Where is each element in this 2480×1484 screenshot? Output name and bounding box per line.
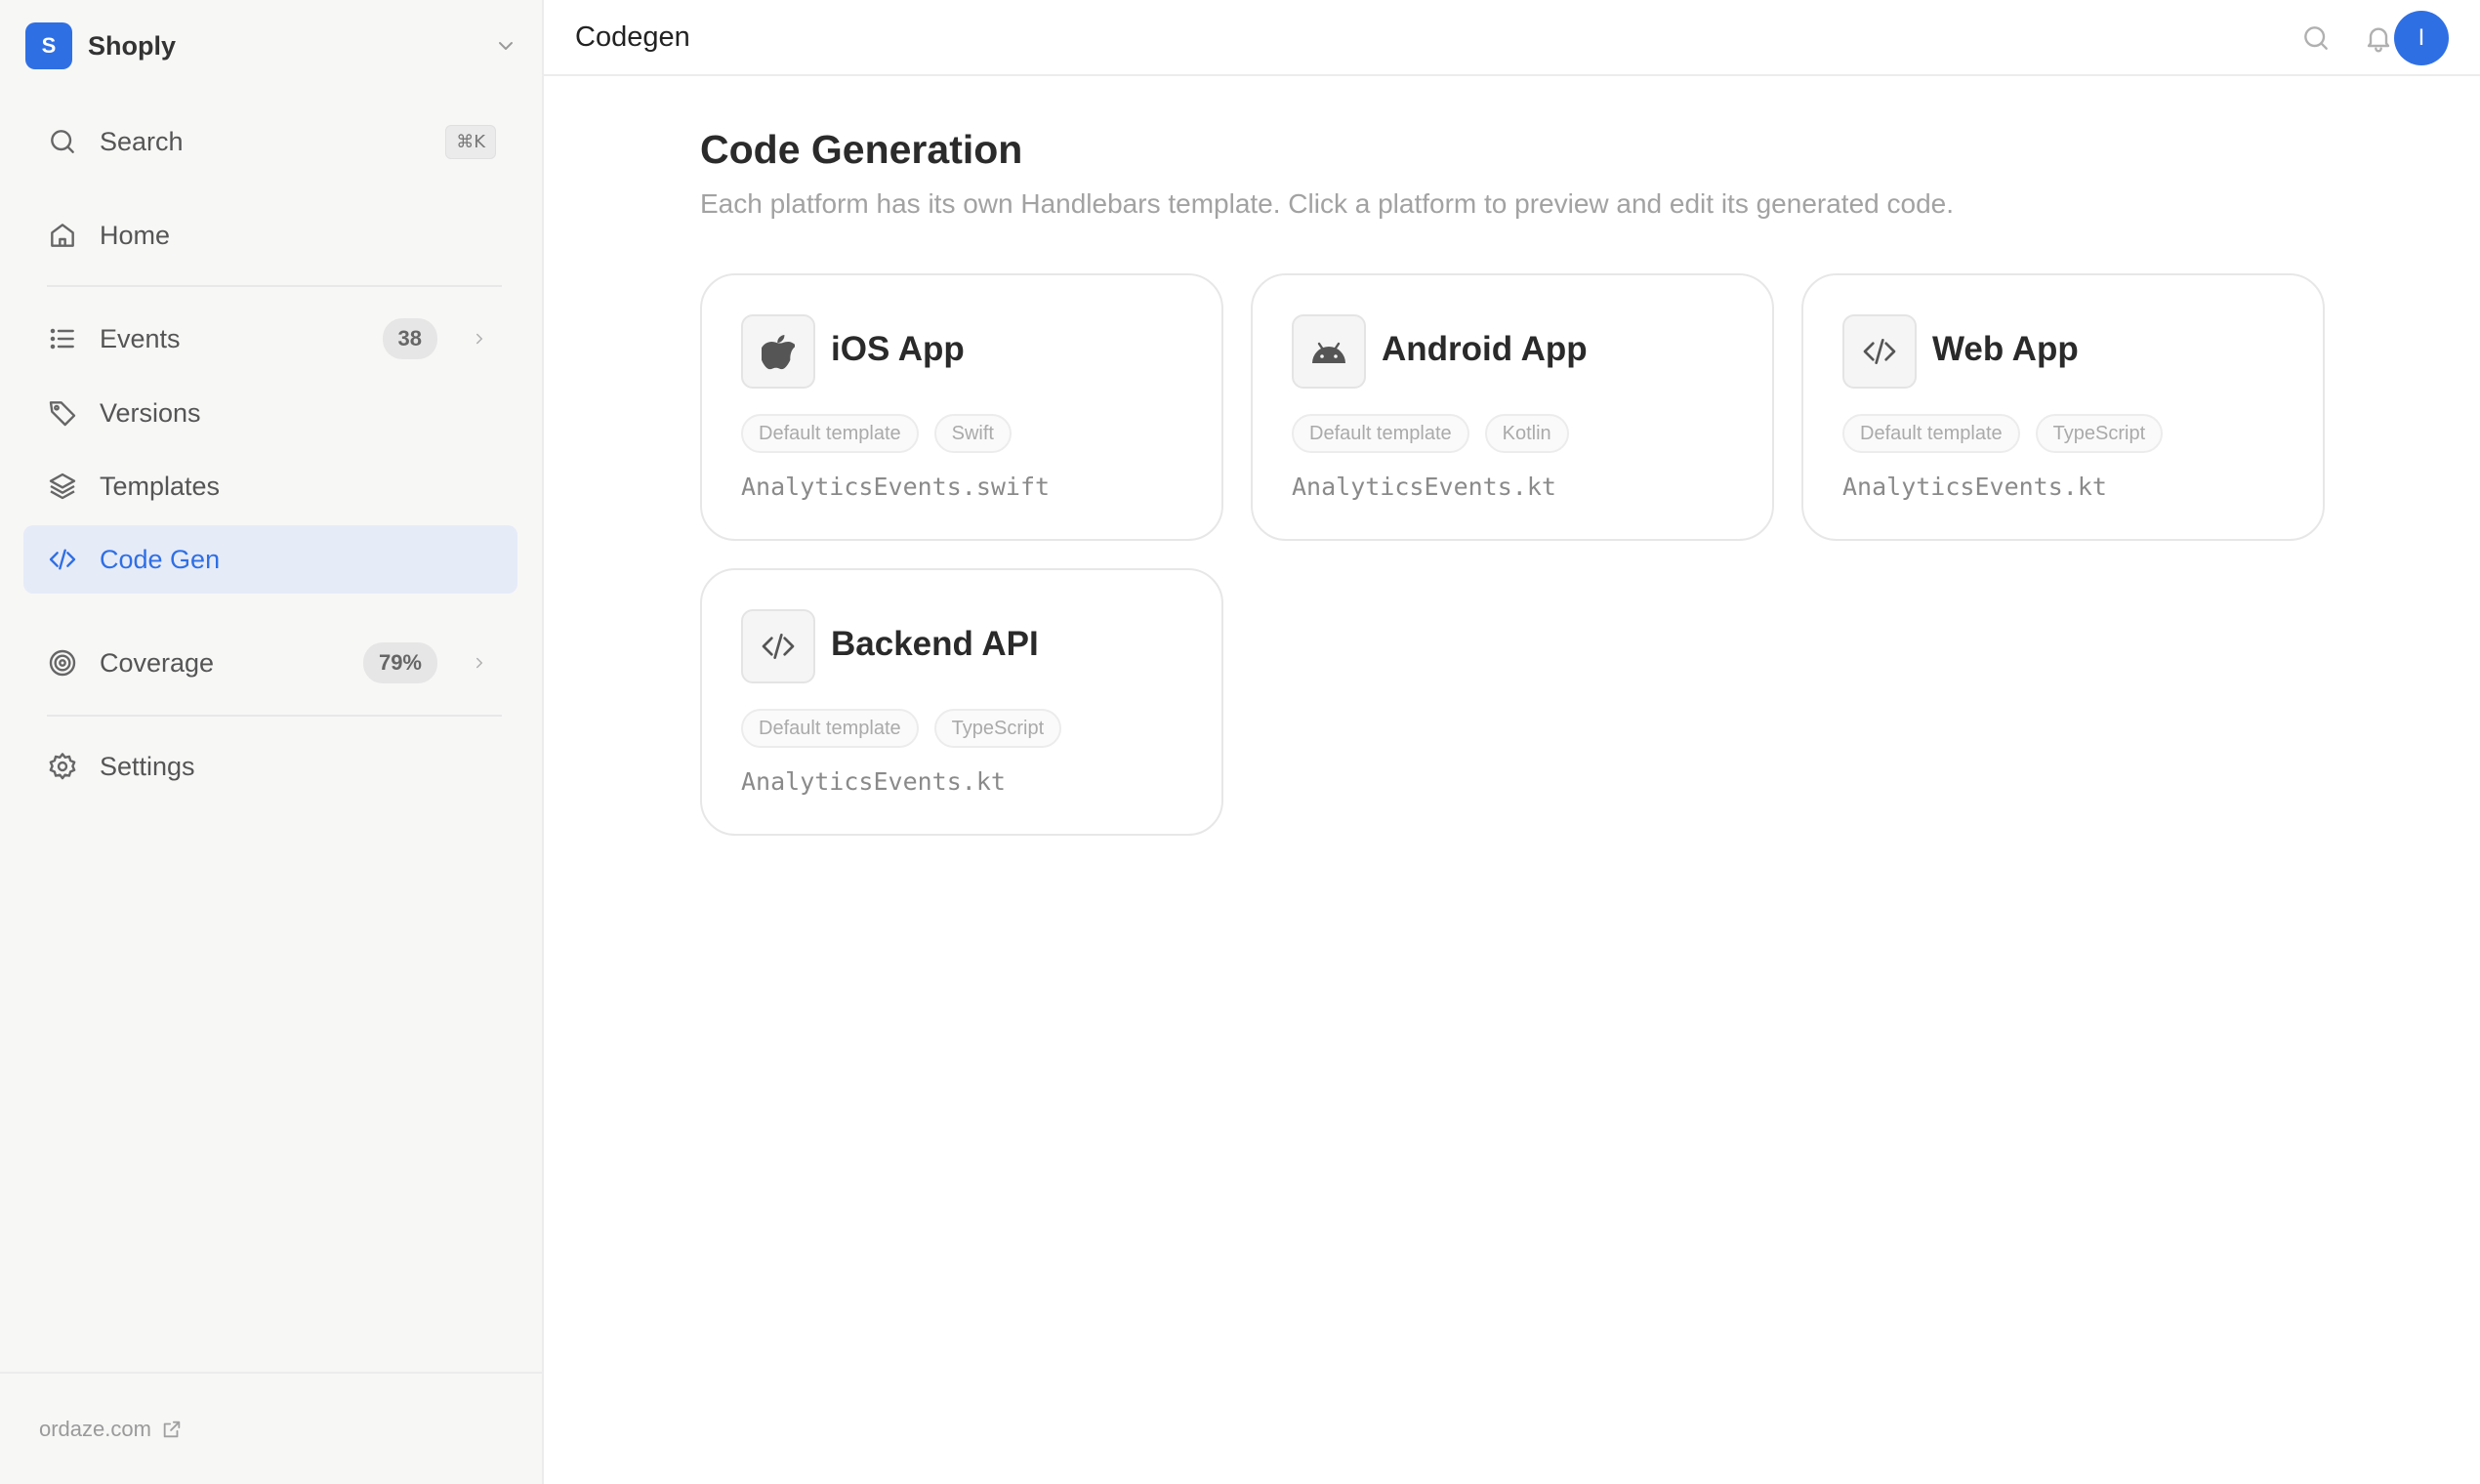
gear-icon — [45, 749, 80, 784]
platform-card-backend[interactable]: Backend API Default template TypeScript … — [700, 568, 1223, 836]
platform-card-web[interactable]: Web App Default template TypeScript Anal… — [1801, 273, 2325, 541]
output-filename: AnalyticsEvents.kt — [741, 767, 1006, 796]
sidebar-item-label: Versions — [100, 397, 201, 428]
card-title: Web App — [1932, 330, 2079, 368]
external-link-icon[interactable] — [161, 1419, 183, 1440]
sidebar-footer: ordaze.com — [0, 1372, 542, 1484]
sidebar-item-home[interactable]: Home — [23, 201, 517, 269]
chevron-down-icon — [499, 42, 513, 50]
template-tag: Default template — [1842, 414, 2020, 453]
output-filename: AnalyticsEvents.kt — [1842, 473, 2107, 501]
sidebar-search-label: Search — [100, 126, 184, 156]
events-count-badge: 38 — [382, 318, 437, 359]
tag-icon — [45, 395, 80, 431]
sidebar-item-label: Templates — [100, 471, 221, 501]
apple-icon — [741, 314, 815, 389]
language-tag: Swift — [933, 414, 1012, 453]
footer-link[interactable]: ordaze.com — [39, 1417, 151, 1442]
android-icon — [1292, 314, 1366, 389]
search-icon[interactable] — [2300, 22, 2332, 54]
template-tag: Default template — [1292, 414, 1469, 453]
workspace-name: Shoply — [88, 30, 177, 61]
list-icon — [45, 321, 80, 356]
home-icon — [45, 218, 80, 253]
sidebar-divider — [47, 715, 502, 717]
chevron-right-icon — [476, 333, 483, 345]
sidebar-item-label: Settings — [100, 751, 195, 781]
app-root: S Shoply Search ⌘K Home Events 38 Versio… — [0, 0, 2480, 1484]
main-content: Codegen I Code Generation Each platform … — [544, 0, 2480, 1484]
sidebar-item-settings[interactable]: Settings — [23, 732, 517, 801]
workspace-switcher[interactable]: S Shoply — [25, 21, 517, 70]
sidebar-item-codegen[interactable]: Code Gen — [23, 525, 517, 594]
language-tag: Kotlin — [1484, 414, 1569, 453]
card-title: iOS App — [831, 330, 965, 368]
layers-icon — [45, 469, 80, 504]
sidebar-item-label: Coverage — [100, 647, 215, 678]
page-header-title: Codegen — [575, 21, 690, 53]
card-tags: Default template TypeScript — [741, 709, 1062, 748]
sidebar-search[interactable]: Search ⌘K — [23, 107, 517, 176]
page-title: Code Generation — [700, 127, 1023, 172]
avatar[interactable]: I — [2394, 11, 2449, 65]
search-shortcut-badge: ⌘K — [445, 124, 496, 159]
card-tags: Default template Kotlin — [1292, 414, 1569, 453]
sidebar-item-label: Home — [100, 220, 171, 250]
top-bar: Codegen I — [544, 0, 2480, 76]
code-icon — [1842, 314, 1917, 389]
page-subtitle: Each platform has its own Handlebars tem… — [700, 188, 1954, 219]
sidebar-divider — [47, 285, 502, 287]
card-title: Backend API — [831, 625, 1039, 663]
chevron-right-icon — [476, 657, 483, 669]
code-icon — [741, 609, 815, 683]
template-tag: Default template — [741, 414, 919, 453]
platform-card-ios[interactable]: iOS App Default template Swift Analytics… — [700, 273, 1223, 541]
card-tags: Default template Swift — [741, 414, 1012, 453]
language-tag: TypeScript — [2035, 414, 2164, 453]
bell-icon[interactable] — [2363, 22, 2394, 54]
output-filename: AnalyticsEvents.swift — [741, 473, 1051, 501]
code-icon — [45, 542, 80, 577]
sidebar-item-versions[interactable]: Versions — [23, 379, 517, 447]
sidebar-item-label: Code Gen — [100, 544, 221, 574]
target-icon — [45, 645, 80, 680]
language-tag: TypeScript — [933, 709, 1062, 748]
card-title: Android App — [1382, 330, 1588, 368]
coverage-percent-badge: 79% — [362, 642, 437, 683]
workspace-logo: S — [25, 22, 72, 69]
platform-card-android[interactable]: Android App Default template Kotlin Anal… — [1251, 273, 1774, 541]
template-tag: Default template — [741, 709, 919, 748]
output-filename: AnalyticsEvents.kt — [1292, 473, 1556, 501]
search-icon — [45, 124, 80, 159]
sidebar-item-coverage[interactable]: Coverage 79% — [23, 629, 517, 697]
sidebar-item-events[interactable]: Events 38 — [23, 305, 517, 373]
card-tags: Default template TypeScript — [1842, 414, 2164, 453]
sidebar-item-templates[interactable]: Templates — [23, 452, 517, 520]
sidebar-item-label: Events — [100, 323, 181, 353]
sidebar: S Shoply Search ⌘K Home Events 38 Versio… — [0, 0, 544, 1484]
